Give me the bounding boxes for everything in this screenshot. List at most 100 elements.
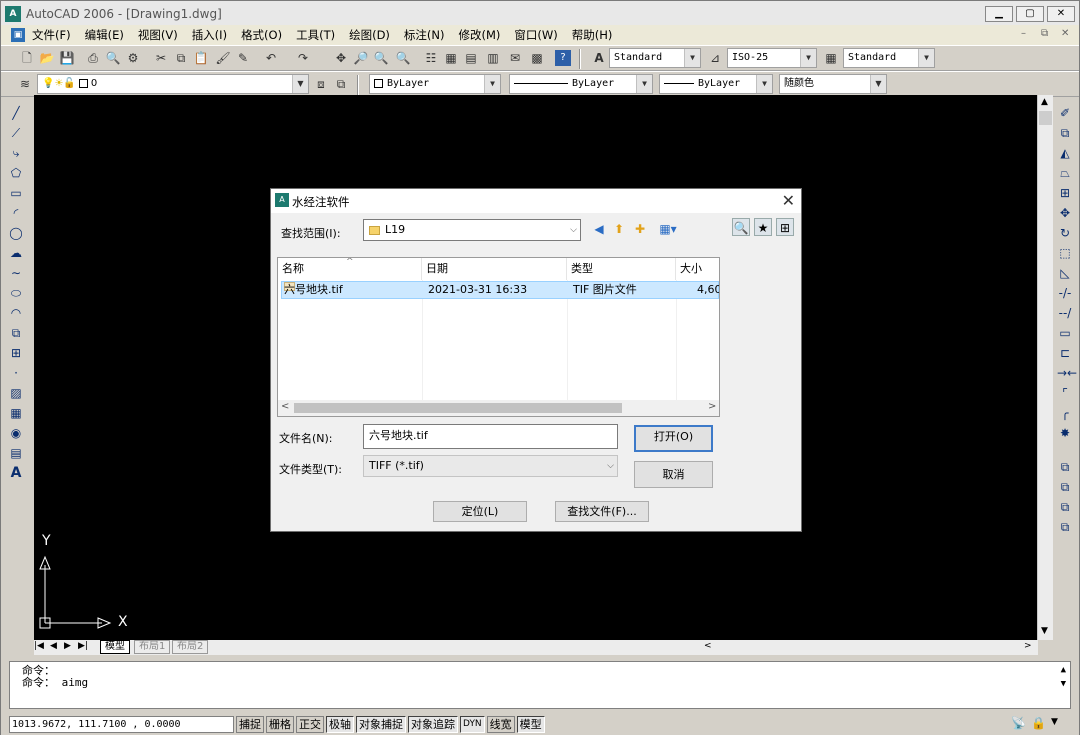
model-button[interactable]: 模型: [516, 715, 545, 733]
copy-icon[interactable]: ⧉: [173, 50, 189, 66]
copy-object-icon[interactable]: ⧉: [1057, 125, 1073, 141]
command-window[interactable]: 命令： 命令： aimg ▲ ▼: [9, 661, 1071, 709]
menu-tools[interactable]: 工具(T): [289, 27, 342, 43]
column-header-type[interactable]: 类型: [567, 258, 676, 280]
view-menu-icon[interactable]: ▦▾: [654, 220, 682, 238]
tab-model[interactable]: 模型: [100, 640, 130, 654]
join-icon[interactable]: →←: [1057, 365, 1077, 381]
tab-last-icon[interactable]: ▶|: [78, 641, 88, 651]
mdi-restore-icon[interactable]: ⧉: [1041, 28, 1048, 39]
filetype-select[interactable]: TIFF (*.tif) ⌵: [363, 455, 618, 477]
communication-center-icon[interactable]: 📡: [1011, 716, 1026, 730]
chamfer-icon[interactable]: ⌜: [1057, 385, 1073, 401]
region-icon[interactable]: ◉: [8, 425, 24, 441]
break-icon[interactable]: ⊏: [1057, 345, 1073, 361]
preview-search-icon[interactable]: 🔍: [732, 218, 750, 236]
trim-icon[interactable]: -/-: [1057, 285, 1073, 301]
file-row[interactable]: 六号地块.tif 2021-03-31 16:33 TIF 图片文件 4,60: [281, 281, 719, 299]
ellipse-icon[interactable]: ⬭: [8, 285, 24, 301]
tab-next-icon[interactable]: ▶: [64, 641, 71, 651]
scroll-left-icon[interactable]: <: [704, 641, 712, 651]
new-folder-icon[interactable]: ✚: [631, 220, 649, 238]
revcloud-icon[interactable]: ☁: [8, 245, 24, 261]
spline-icon[interactable]: ∼: [8, 265, 24, 281]
point-icon[interactable]: ·: [8, 365, 24, 381]
paste-icon[interactable]: 📋: [193, 50, 209, 66]
arc-icon[interactable]: ◜: [8, 205, 24, 221]
scroll-down-icon[interactable]: ▼: [1061, 678, 1066, 690]
close-button[interactable]: ✕: [1047, 6, 1075, 22]
fillet-icon[interactable]: ╭: [1057, 405, 1073, 421]
zoom-previous-icon[interactable]: 🔍: [395, 50, 411, 66]
table-style-combo[interactable]: Standard ▼: [843, 48, 935, 68]
file-list[interactable]: 名称 ^ 日期 类型 大小 六号地块.tif 2021-03-31 16:33 T…: [277, 257, 720, 417]
publish-icon[interactable]: ⚙: [125, 50, 141, 66]
osnap-button[interactable]: 对象捕捉: [356, 715, 406, 733]
insert-block-icon[interactable]: ⧉: [8, 325, 24, 341]
up-folder-icon[interactable]: ⬆: [610, 220, 628, 238]
mdi-minimize-icon[interactable]: –: [1021, 28, 1026, 39]
tab-first-icon[interactable]: |◀: [34, 641, 44, 651]
menu-window[interactable]: 窗口(W): [507, 27, 564, 43]
explode-icon[interactable]: ✸: [1057, 425, 1073, 441]
text-style-combo[interactable]: Standard ▼: [609, 48, 701, 68]
column-header-date[interactable]: 日期: [422, 258, 567, 280]
tool-palettes-icon[interactable]: ▤: [463, 50, 479, 66]
array-icon[interactable]: ⊞: [1057, 185, 1073, 201]
menu-insert[interactable]: 插入(I): [185, 27, 234, 43]
add-favorite-icon[interactable]: ⊞: [776, 218, 794, 236]
layer-manager-icon[interactable]: ≋: [17, 76, 33, 92]
scroll-up-icon[interactable]: ▲: [1061, 664, 1066, 676]
menu-edit[interactable]: 编辑(E): [78, 27, 131, 43]
menu-view[interactable]: 视图(V): [131, 27, 185, 43]
undo-icon[interactable]: ↶: [263, 50, 279, 66]
rectangle-icon[interactable]: ▭: [8, 185, 24, 201]
find-file-button[interactable]: 查找文件(F)...: [555, 501, 649, 522]
extend-icon[interactable]: --/: [1057, 305, 1073, 321]
column-header-name[interactable]: 名称 ^: [278, 258, 422, 280]
save-icon[interactable]: 💾: [59, 50, 75, 66]
scroll-left-icon[interactable]: <: [281, 401, 289, 412]
filename-input[interactable]: 六号地块.tif: [363, 424, 618, 449]
open-button[interactable]: 打开(O): [634, 425, 713, 452]
vertical-scrollbar[interactable]: ▲ ▼: [1037, 95, 1053, 640]
make-current-layer-icon[interactable]: ⧈: [313, 76, 329, 92]
mdi-close-icon[interactable]: ✕: [1061, 28, 1069, 39]
scroll-up-icon[interactable]: ▲: [1041, 97, 1048, 107]
status-menu-icon[interactable]: ▼: [1051, 717, 1058, 727]
make-block-icon[interactable]: ⊞: [8, 345, 24, 361]
open-icon[interactable]: 📂: [39, 50, 55, 66]
scroll-thumb[interactable]: [294, 403, 622, 413]
rotate-icon[interactable]: ↻: [1057, 225, 1073, 241]
tab-layout2[interactable]: 布局2: [172, 640, 209, 654]
match-properties-icon[interactable]: 🖌: [215, 50, 231, 66]
move-icon[interactable]: ✥: [1057, 205, 1073, 221]
break-at-point-icon[interactable]: ▭: [1057, 325, 1073, 341]
tab-layout1[interactable]: 布局1: [134, 640, 171, 654]
linetype-combo[interactable]: ByLayer ▼: [509, 74, 653, 94]
design-center-icon[interactable]: ▦: [443, 50, 459, 66]
text-style-icon[interactable]: A: [591, 50, 607, 66]
offset-icon[interactable]: ⏢: [1057, 165, 1073, 181]
cancel-button[interactable]: 取消: [634, 461, 713, 488]
scroll-right-icon[interactable]: >: [708, 401, 716, 412]
scroll-right-icon[interactable]: >: [1024, 641, 1032, 651]
sheet-set-icon[interactable]: ▥: [485, 50, 501, 66]
polar-button[interactable]: 极轴: [326, 715, 354, 733]
stretch-icon[interactable]: ◺: [1057, 265, 1073, 281]
menu-format[interactable]: 格式(O): [234, 27, 289, 43]
menu-draw[interactable]: 绘图(D): [342, 27, 397, 43]
hatch-icon[interactable]: ▨: [8, 385, 24, 401]
scale-icon[interactable]: ⬚: [1057, 245, 1073, 261]
menu-dimension[interactable]: 标注(N): [397, 27, 452, 43]
lineweight-button[interactable]: 线宽: [486, 715, 515, 733]
minimize-button[interactable]: ▁: [985, 6, 1013, 22]
polyline-icon[interactable]: ⤷: [8, 145, 24, 161]
dim-style-combo[interactable]: ISO-25 ▼: [727, 48, 817, 68]
erase-icon[interactable]: ✐: [1057, 105, 1073, 121]
multiline-text-icon[interactable]: A: [8, 465, 24, 481]
otrack-button[interactable]: 对象追踪: [408, 715, 458, 733]
ortho-button[interactable]: 正交: [296, 715, 324, 733]
menu-modify[interactable]: 修改(M): [452, 27, 508, 43]
markup-icon[interactable]: ✉: [507, 50, 523, 66]
